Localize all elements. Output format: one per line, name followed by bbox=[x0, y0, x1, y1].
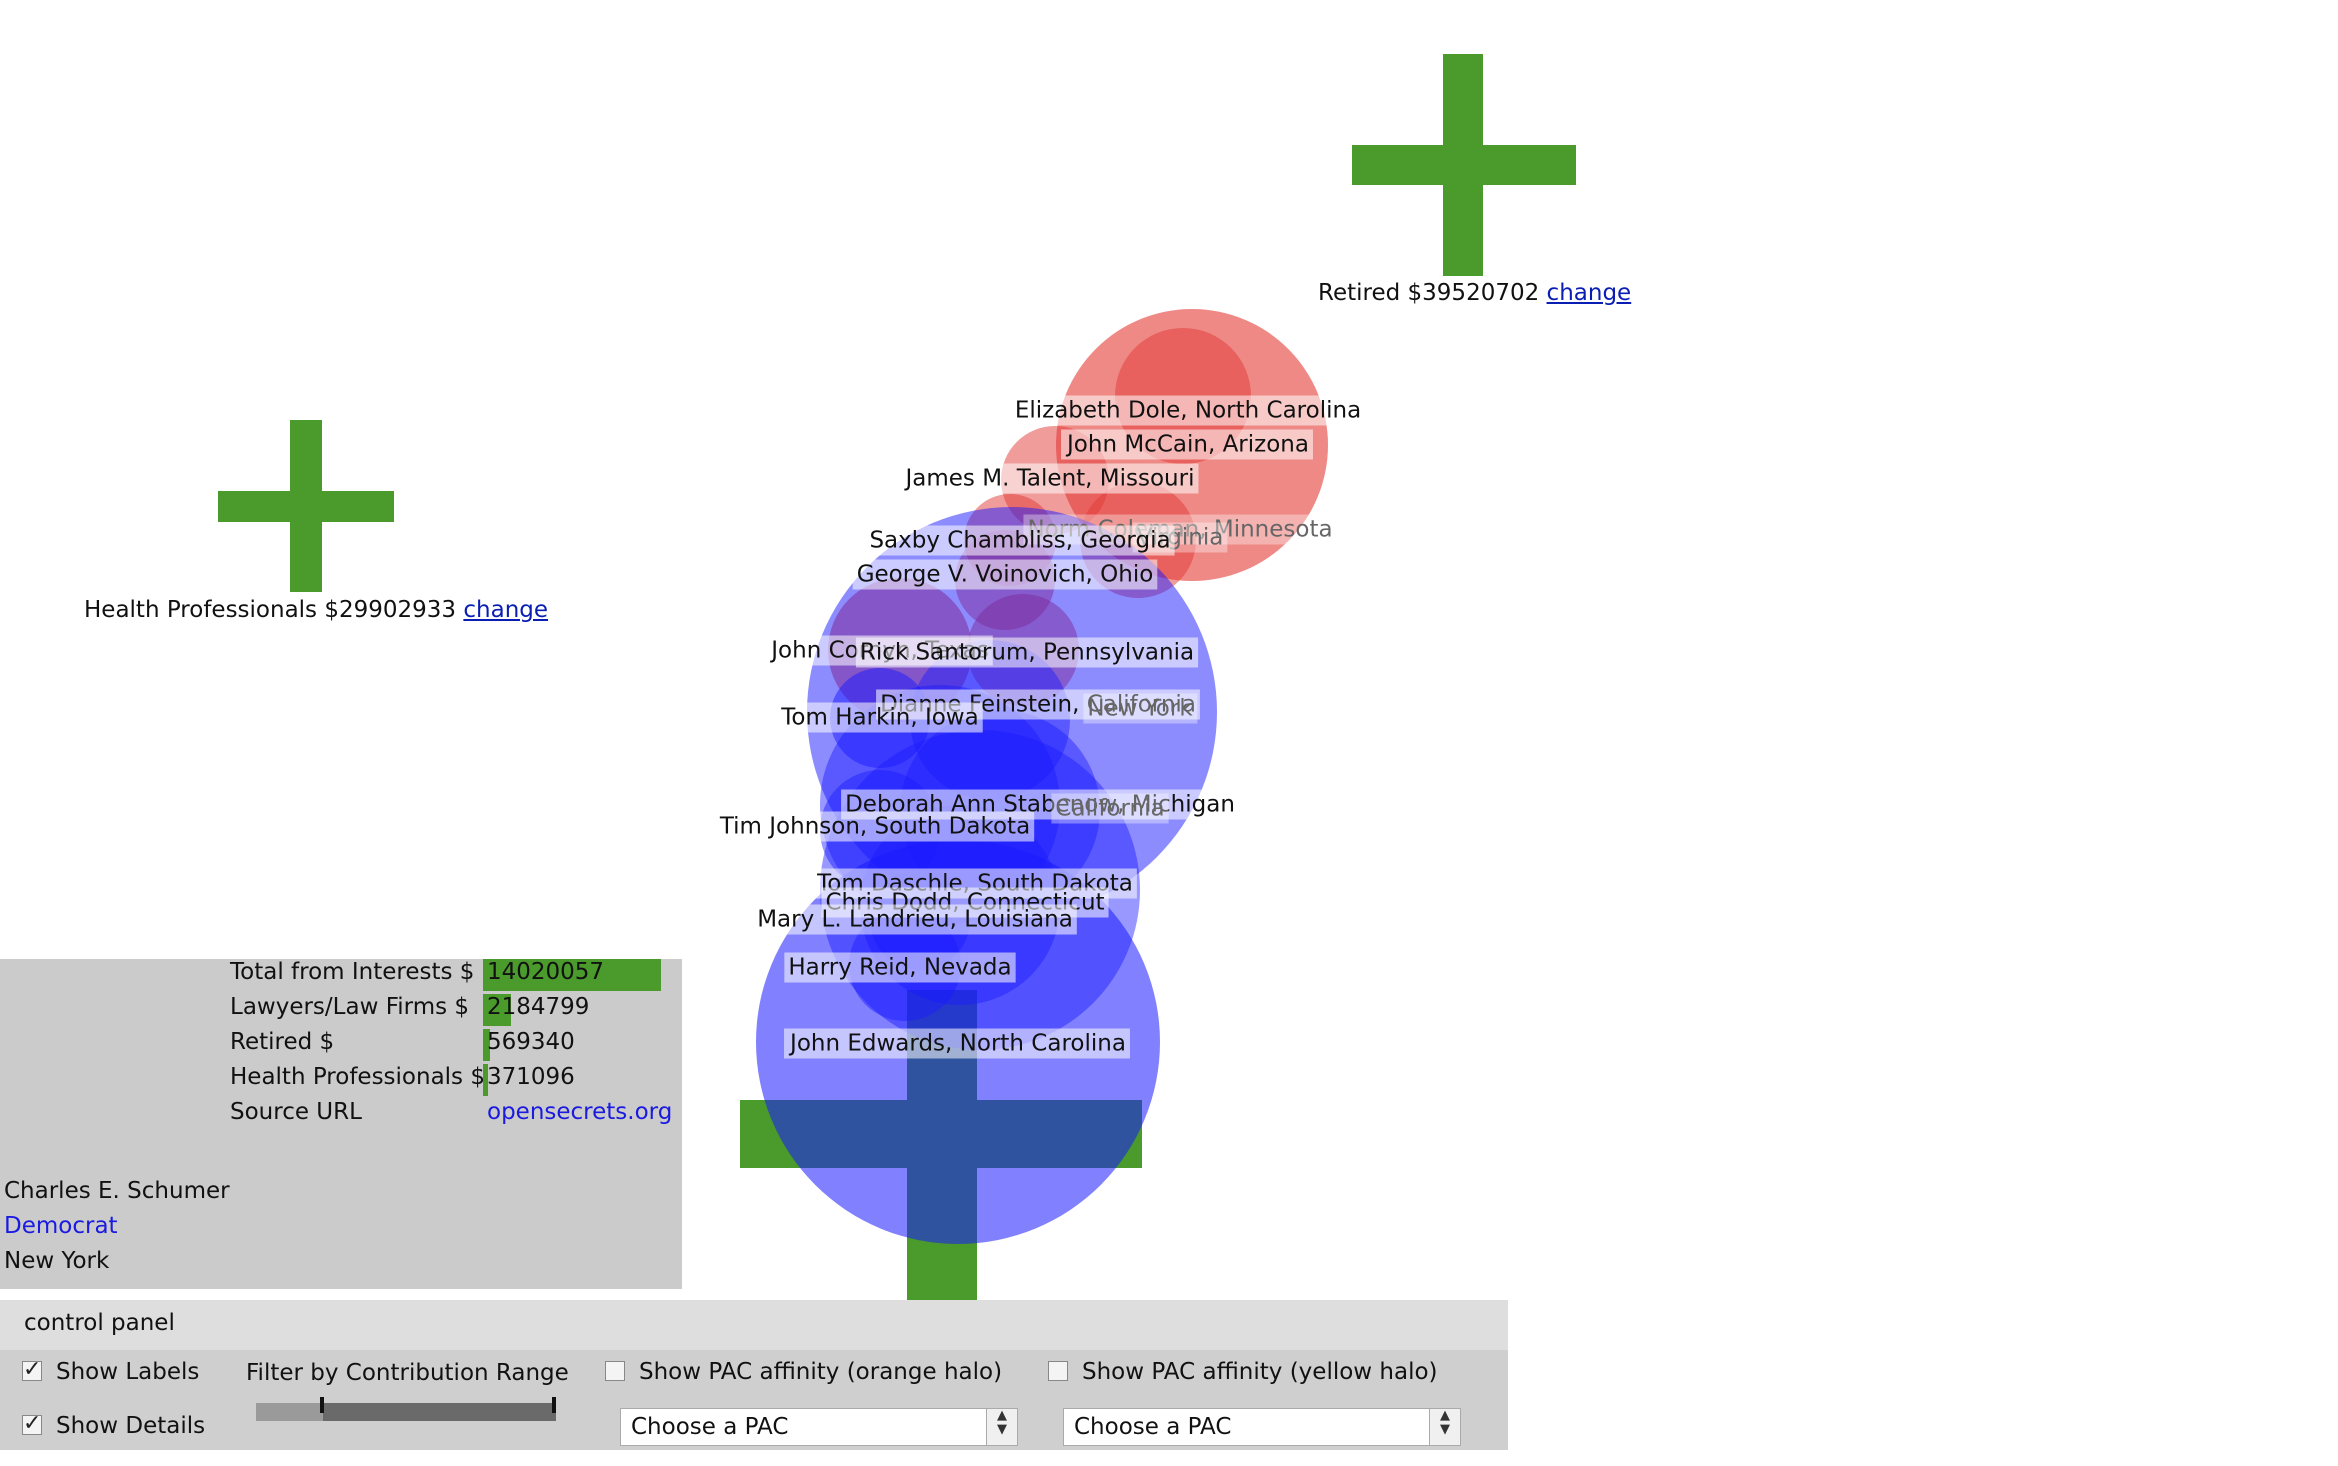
politician-label-text: James M. Talent, Missouri bbox=[904, 466, 1195, 492]
politician-label-text: Mary L. Landrieu, Louisiana bbox=[757, 907, 1073, 933]
detail-number: 371096 bbox=[487, 1064, 575, 1090]
anchor-label-retired: Retired $39520702 change bbox=[1318, 280, 1631, 306]
politician-label[interactable]: Saxby Chambliss, Georgia bbox=[865, 525, 1175, 556]
politician-label[interactable]: John Edwards, North Carolina bbox=[784, 1028, 1130, 1059]
anchor-retired[interactable] bbox=[1352, 54, 1576, 276]
slider-selected-range bbox=[323, 1403, 556, 1421]
politician-name: Charles E. Schumer bbox=[4, 1178, 230, 1204]
pac-orange-select[interactable]: Choose a PAC ▲ ▼ bbox=[620, 1408, 1018, 1446]
select-value: Choose a PAC bbox=[631, 1414, 789, 1440]
change-link[interactable]: change bbox=[1547, 280, 1632, 306]
filter-range-label: Filter by Contribution Range bbox=[246, 1360, 569, 1386]
politician-label[interactable]: Elizabeth Dole, North Carolina bbox=[1010, 395, 1366, 426]
anchor-name: Retired bbox=[1318, 280, 1401, 306]
contribution-range-slider[interactable] bbox=[256, 1397, 556, 1421]
politician-label[interactable]: Mary L. Landrieu, Louisiana bbox=[753, 904, 1077, 935]
source-link[interactable]: opensecrets.org bbox=[487, 1099, 672, 1125]
politician-label-text: John McCain, Arizona bbox=[1065, 432, 1309, 458]
politician-label-text: Tom Harkin, Iowa bbox=[780, 705, 978, 731]
detail-row-label: Lawyers/Law Firms $ bbox=[230, 994, 470, 1020]
show-details-checkbox[interactable]: ✓ bbox=[22, 1413, 42, 1435]
pac-yellow-select[interactable]: Choose a PAC ▲ ▼ bbox=[1063, 1408, 1461, 1446]
politician-label[interactable]: New York bbox=[1083, 693, 1198, 724]
source-url-label: Source URL bbox=[230, 1099, 362, 1125]
show-labels-label: Show Labels bbox=[56, 1359, 200, 1385]
politician-label-text: Harry Reid, Nevada bbox=[788, 955, 1011, 981]
control-panel: control panel ✓ Show Labels ✓ Show Detai… bbox=[0, 1300, 1508, 1450]
politician-label-text: Elizabeth Dole, North Carolina bbox=[1015, 398, 1361, 424]
politician-label-text: California bbox=[1055, 796, 1164, 822]
politician-label[interactable]: George V. Voinovich, Ohio bbox=[852, 559, 1158, 590]
select-arrows-icon: ▲ ▼ bbox=[1429, 1409, 1460, 1445]
detail-number: 2184799 bbox=[487, 994, 590, 1020]
detail-number: 14020057 bbox=[487, 959, 605, 985]
anchor-health-professionals[interactable] bbox=[218, 420, 394, 592]
politician-label[interactable]: James M. Talent, Missouri bbox=[899, 463, 1199, 494]
politician-label[interactable]: John McCain, Arizona bbox=[1061, 429, 1313, 460]
control-panel-header[interactable]: control panel bbox=[0, 1300, 1508, 1350]
politician-state: New York bbox=[4, 1248, 110, 1274]
slider-handle-min[interactable] bbox=[320, 1397, 324, 1413]
detail-row-label: Retired $ bbox=[230, 1029, 335, 1055]
anchor-amount: $29902933 bbox=[324, 597, 457, 623]
politician-label-text: Saxby Chambliss, Georgia bbox=[869, 528, 1170, 554]
select-arrows-icon: ▲ ▼ bbox=[986, 1409, 1017, 1445]
party-link[interactable]: Democrat bbox=[4, 1213, 118, 1239]
pac-yellow-checkbox[interactable] bbox=[1048, 1361, 1068, 1381]
show-details-label: Show Details bbox=[56, 1413, 206, 1439]
pac-yellow-label: Show PAC affinity (yellow halo) bbox=[1082, 1359, 1438, 1385]
politician-label-text: John Edwards, North Carolina bbox=[788, 1031, 1126, 1057]
change-link[interactable]: change bbox=[463, 597, 548, 623]
anchor-label-health-professionals: Health Professionals $29902933 change bbox=[84, 597, 548, 623]
detail-number: 569340 bbox=[487, 1029, 575, 1055]
politician-label-text: New York bbox=[1087, 696, 1193, 722]
politician-label-text: George V. Voinovich, Ohio bbox=[857, 562, 1154, 588]
politician-label-text: Rick Santorum, Pennsylvania bbox=[860, 640, 1194, 666]
politician-label[interactable]: Tim Johnson, South Dakota bbox=[714, 811, 1035, 842]
pac-orange-label: Show PAC affinity (orange halo) bbox=[639, 1359, 1003, 1385]
details-panel: Total from Interests $ 14020057 Lawyers/… bbox=[0, 959, 682, 1289]
anchor-name: Health Professionals bbox=[84, 597, 318, 623]
politician-label[interactable]: California bbox=[1051, 793, 1169, 824]
politician-label[interactable]: Rick Santorum, Pennsylvania bbox=[855, 637, 1199, 668]
anchor-amount: $39520702 bbox=[1407, 280, 1540, 306]
politician-label-text: Tim Johnson, South Dakota bbox=[719, 814, 1030, 840]
detail-row-label: Total from Interests $ bbox=[230, 959, 475, 985]
detail-row-label: Health Professionals $ bbox=[230, 1064, 485, 1090]
politician-label[interactable]: Tom Harkin, Iowa bbox=[776, 702, 983, 733]
slider-handle-max[interactable] bbox=[552, 1397, 556, 1413]
show-labels-checkbox[interactable]: ✓ bbox=[22, 1359, 42, 1381]
politician-label[interactable]: Harry Reid, Nevada bbox=[784, 952, 1016, 983]
select-value: Choose a PAC bbox=[1074, 1414, 1232, 1440]
control-panel-title: control panel bbox=[24, 1310, 175, 1336]
pac-orange-checkbox[interactable] bbox=[605, 1361, 625, 1381]
